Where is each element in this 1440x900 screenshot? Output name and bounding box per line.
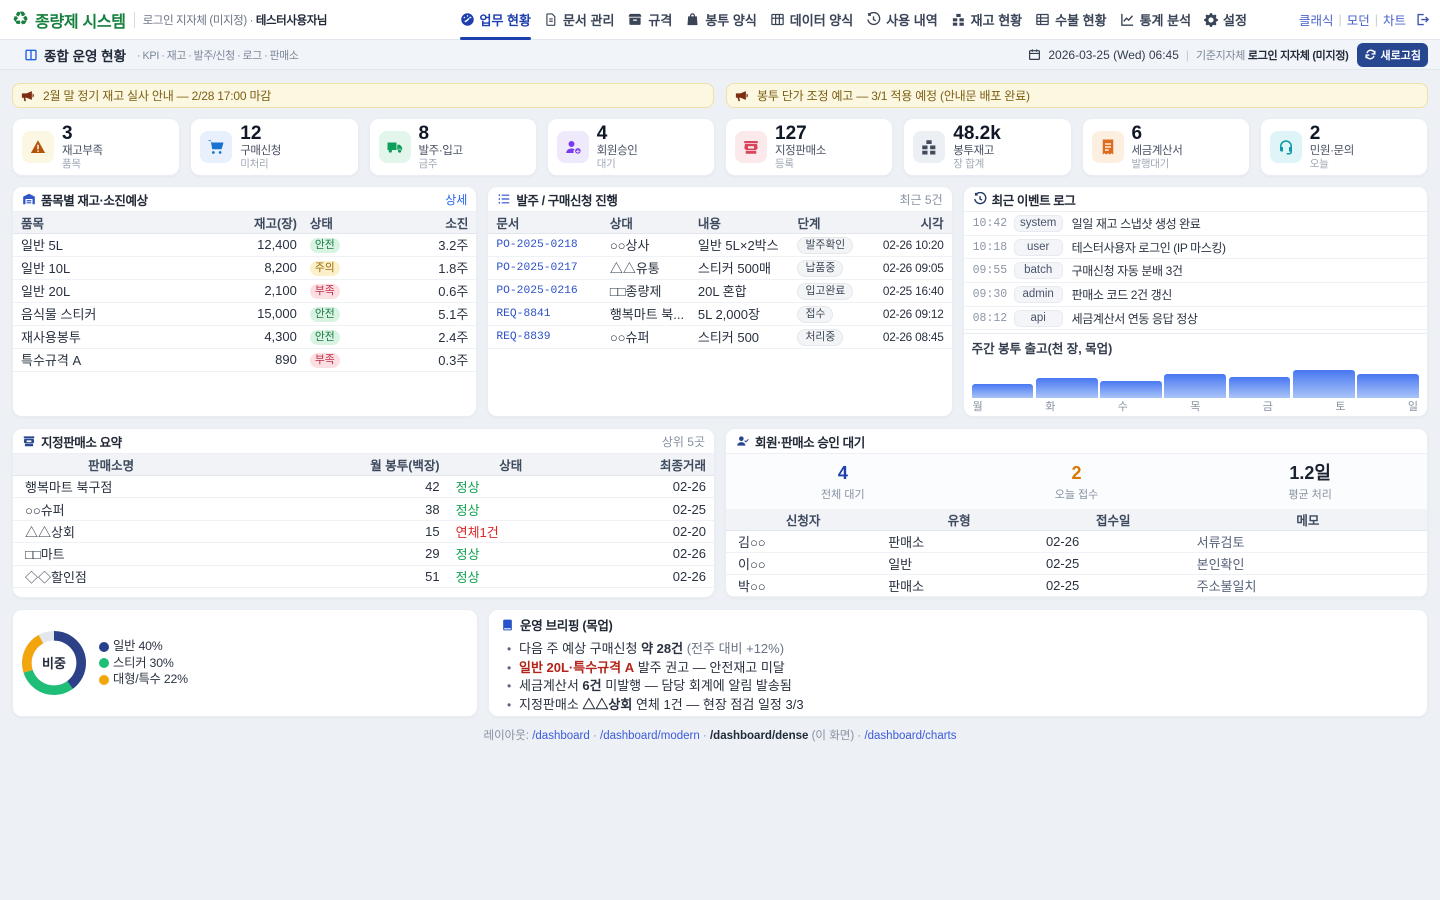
svg-text:비중: 비중 bbox=[42, 656, 66, 671]
